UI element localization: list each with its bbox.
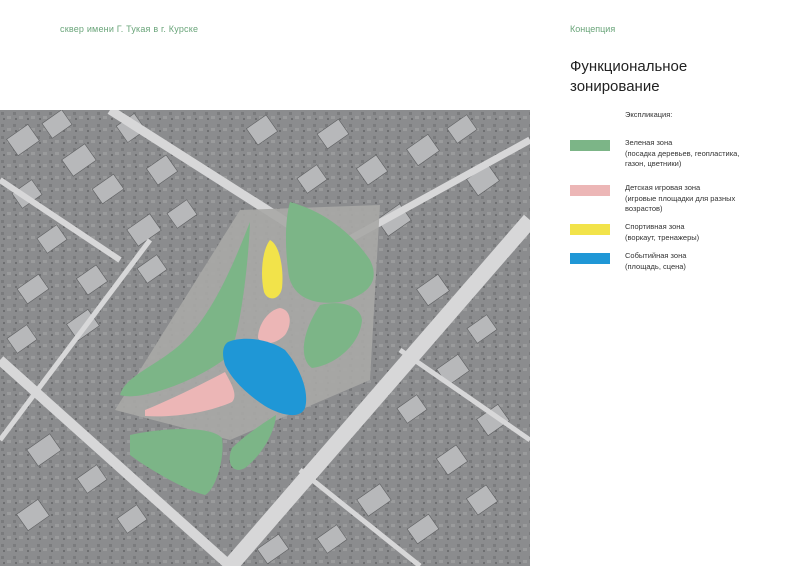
section-label: Концепция <box>570 24 616 34</box>
legend-swatch-yellow <box>570 224 610 235</box>
satellite-map <box>0 110 530 566</box>
legend-swatch-blue <box>570 253 610 264</box>
legend-text-yellow: Спортивная зона (воркаут, тренажеры) <box>625 222 785 243</box>
legend-label: Спортивная зона <box>625 222 685 231</box>
legend-detail: возрастов) <box>625 204 663 213</box>
legend-text-green: Зеленая зона (посадка деревьев, геопласт… <box>625 138 785 170</box>
legend-text-blue: Событийная зона (площадь, сцена) <box>625 251 785 272</box>
legend-text-pink: Детская игровая зона (игровые площадки д… <box>625 183 785 215</box>
page-title-line-1: Функциональное <box>570 58 688 75</box>
legend-label: Детская игровая зона <box>625 183 701 192</box>
legend-detail: газон, цветники) <box>625 159 682 168</box>
page-title-line-2: зонирование <box>570 78 660 95</box>
page-title: Функциональное зонирование <box>570 57 770 97</box>
explication-label: Экспликация: <box>625 110 673 119</box>
legend-detail: (площадь, сцена) <box>625 261 686 271</box>
legend-detail: (посадка деревьев, геопластика, <box>625 148 740 158</box>
project-title: сквер имени Г. Тукая в г. Курске <box>60 24 199 34</box>
map-svg <box>0 110 530 566</box>
legend-detail: (воркаут, тренажеры) <box>625 232 700 242</box>
legend-label: Событийная зона <box>625 251 687 260</box>
legend-swatch-pink <box>570 185 610 196</box>
legend-detail: (игровые площадки для разных <box>625 193 736 203</box>
legend-label: Зеленая зона <box>625 138 673 147</box>
legend-swatch-green <box>570 140 610 151</box>
